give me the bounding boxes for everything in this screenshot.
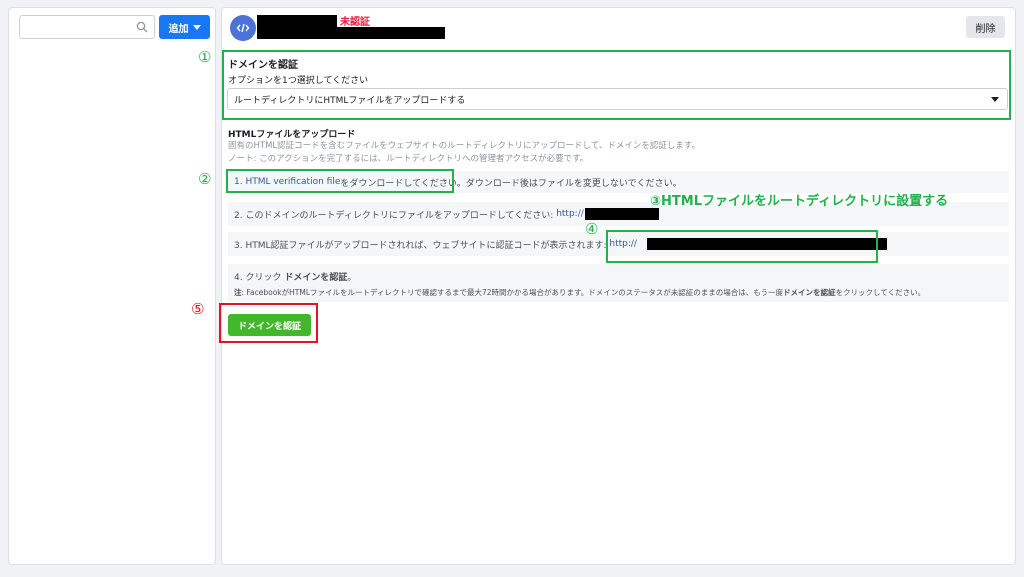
search-icon <box>136 21 148 33</box>
step-4-text: 4. クリック <box>234 273 285 283</box>
annotation-box-2 <box>226 169 454 193</box>
step-4-bold: ドメインを認証 <box>284 273 348 283</box>
annotation-label-3: ③HTMLファイルをルートディレクトリに設置する <box>650 194 949 209</box>
code-icon <box>230 15 256 41</box>
step-4-end: 。 <box>347 273 357 283</box>
status-badge: 未認証 <box>340 17 370 28</box>
annotation-label-1: ① <box>198 48 212 66</box>
step-3-text: 3. HTML認証ファイルがアップロードされれば、ウェブサイトに認証コードが表示… <box>234 240 610 251</box>
left-sidebar: 追加 <box>8 7 216 565</box>
redacted-domain-name <box>257 15 337 27</box>
add-button[interactable]: 追加 <box>159 15 210 39</box>
delete-button[interactable]: 削除 <box>966 16 1005 38</box>
annotation-label-2: ② <box>198 170 212 188</box>
annotation-box-1 <box>222 50 1011 120</box>
upload-note: ノート: このアクションを完了するには、ルートディレクトリへの管理者アクセスが必… <box>228 154 589 164</box>
redacted-domain-url <box>257 27 445 39</box>
annotation-label-4: ④ <box>585 220 599 238</box>
add-button-label: 追加 <box>168 23 189 35</box>
step-4-note: 注: FacebookがHTMLファイルをルートディレクトリで確認するまで最大7… <box>234 287 1009 298</box>
step-4: 4. クリック ドメインを認証。 注: FacebookがHTMLファイルをルー… <box>228 264 1009 302</box>
step-2-url[interactable]: http:// <box>556 209 584 219</box>
note-label: 注 <box>234 288 242 297</box>
annotation-box-5 <box>219 303 318 343</box>
note-bold: ドメインを認証 <box>783 288 836 297</box>
annotation-label-5: ⑤ <box>191 300 205 318</box>
note-end: をクリックしてください。 <box>835 288 926 297</box>
redacted-url <box>584 208 659 220</box>
annotation-box-4 <box>606 230 878 263</box>
step-2-text: 2. このドメインのルートディレクトリにファイルをアップロードしてください: <box>234 210 557 221</box>
caret-down-icon <box>192 24 201 30</box>
search-input[interactable] <box>19 15 155 39</box>
upload-description: 固有のHTML認証コードを含むファイルをウェブサイトのルートディレクトリにアップ… <box>228 141 701 151</box>
note-text: : FacebookがHTMLファイルをルートディレクトリで確認するまで最大72… <box>241 288 784 297</box>
